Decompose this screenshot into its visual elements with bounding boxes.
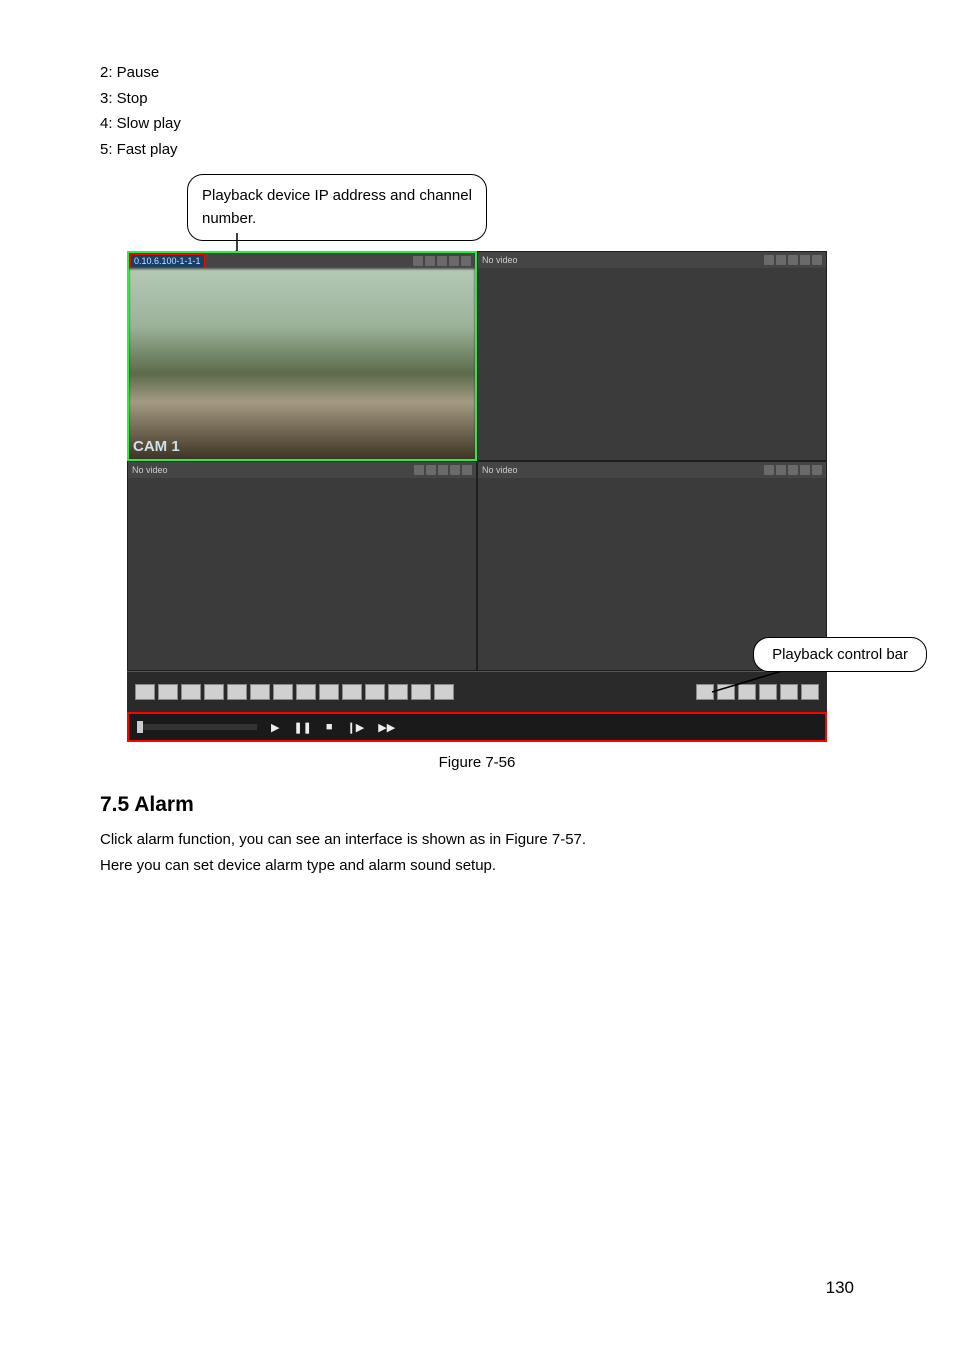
layout-tiles-right [696, 684, 819, 700]
close-icon[interactable] [812, 465, 822, 475]
aux-icon-1[interactable] [696, 684, 714, 700]
snapshot-icon[interactable] [776, 465, 786, 475]
layout-1x1-icon[interactable] [135, 684, 155, 700]
cell-titlebar: No video [128, 462, 476, 478]
audio-icon[interactable] [788, 465, 798, 475]
snapshot-icon[interactable] [425, 256, 435, 266]
legend-item-pause: 2: Pause [100, 60, 854, 86]
aux-icon-4[interactable] [759, 684, 777, 700]
zoom-icon[interactable] [450, 465, 460, 475]
cell-title-text: No video [482, 465, 518, 475]
zoom-icon[interactable] [800, 255, 810, 265]
camera-label: CAM 1 [133, 438, 180, 455]
layout-4x4-icon[interactable] [227, 684, 247, 700]
ip-label: 0.10.6.100-1-1-1 [130, 254, 205, 268]
callout-ip-channel: Playback device IP address and channel n… [187, 174, 487, 241]
record-icon[interactable] [413, 256, 423, 266]
cell-titlebar: No video [478, 252, 826, 268]
layout-25-icon[interactable] [411, 684, 431, 700]
body-paragraph: Click alarm function, you can see an int… [100, 827, 854, 878]
aux-icon-3[interactable] [738, 684, 756, 700]
legend-item-fast: 5: Fast play [100, 137, 854, 163]
stop-button[interactable]: ■ [326, 721, 333, 734]
layout-fullscreen-icon[interactable] [181, 684, 201, 700]
cell-toolbar-icons [414, 465, 472, 475]
snapshot-icon[interactable] [426, 465, 436, 475]
callout-playback-bar-text: Playback control bar [772, 646, 908, 663]
cell-toolbar-icons [413, 256, 471, 266]
layout-8-icon[interactable] [296, 684, 316, 700]
record-icon[interactable] [764, 465, 774, 475]
callout-ip-channel-text: Playback device IP address and channel n… [202, 187, 472, 227]
audio-icon[interactable] [438, 465, 448, 475]
legend-item-slow: 4: Slow play [100, 111, 854, 137]
aux-icon-2[interactable] [717, 684, 735, 700]
video-grid: 0.10.6.100-1-1-1 CAM 1 No v [127, 251, 827, 671]
close-icon[interactable] [462, 465, 472, 475]
aux-icon-5[interactable] [780, 684, 798, 700]
paragraph-2: Here you can set device alarm type and a… [100, 853, 854, 879]
close-icon[interactable] [461, 256, 471, 266]
pause-button[interactable]: ❚❚ [293, 721, 311, 734]
layout-tiles-left [135, 684, 454, 700]
page-number: 130 [826, 1278, 854, 1298]
layout-toolbar [127, 671, 827, 712]
video-cell-2[interactable]: No video [477, 251, 827, 461]
cell-title-text: No video [482, 255, 518, 265]
audio-icon[interactable] [788, 255, 798, 265]
layout-20-icon[interactable] [388, 684, 408, 700]
layout-16-icon[interactable] [365, 684, 385, 700]
layout-5x5-icon[interactable] [250, 684, 270, 700]
figure-caption: Figure 7-56 [100, 754, 854, 771]
zoom-icon[interactable] [449, 256, 459, 266]
cell-title-text: No video [132, 465, 168, 475]
legend-list: 2: Pause 3: Stop 4: Slow play 5: Fast pl… [100, 60, 854, 162]
legend-item-stop: 3: Stop [100, 86, 854, 112]
record-icon[interactable] [414, 465, 424, 475]
layout-13-icon[interactable] [342, 684, 362, 700]
record-icon[interactable] [764, 255, 774, 265]
progress-knob[interactable] [137, 721, 143, 733]
layout-9-icon[interactable] [319, 684, 339, 700]
layout-2x2-icon[interactable] [158, 684, 178, 700]
progress-bar[interactable] [137, 724, 257, 730]
slow-play-button[interactable]: ❙▶ [347, 721, 365, 734]
playback-buttons: ▶ ❚❚ ■ ❙▶ ▶▶ [271, 721, 395, 734]
cell-toolbar-icons [764, 255, 822, 265]
close-icon[interactable] [812, 255, 822, 265]
screenshot-figure: Playback device IP address and channel n… [127, 174, 827, 742]
audio-icon[interactable] [437, 256, 447, 266]
zoom-icon[interactable] [800, 465, 810, 475]
video-frame-empty [478, 268, 826, 460]
play-button[interactable]: ▶ [271, 721, 279, 734]
aux-icon-6[interactable] [801, 684, 819, 700]
callout-playback-bar: Playback control bar [753, 637, 927, 672]
snapshot-icon[interactable] [776, 255, 786, 265]
video-cell-3[interactable]: No video [127, 461, 477, 671]
video-frame [129, 269, 475, 459]
layout-3x3-icon[interactable] [204, 684, 224, 700]
playback-control-bar: ▶ ❚❚ ■ ❙▶ ▶▶ [127, 712, 827, 742]
section-heading-alarm: 7.5 Alarm [100, 793, 854, 817]
player-area: 0.10.6.100-1-1-1 CAM 1 No v [127, 251, 827, 742]
paragraph-1: Click alarm function, you can see an int… [100, 827, 854, 853]
layout-6x6-icon[interactable] [273, 684, 293, 700]
fast-play-button[interactable]: ▶▶ [378, 721, 395, 734]
cell-toolbar-icons [764, 465, 822, 475]
video-cell-1[interactable]: 0.10.6.100-1-1-1 CAM 1 [127, 251, 477, 461]
layout-36-icon[interactable] [434, 684, 454, 700]
video-frame-empty [128, 478, 476, 670]
cell-titlebar: No video [478, 462, 826, 478]
